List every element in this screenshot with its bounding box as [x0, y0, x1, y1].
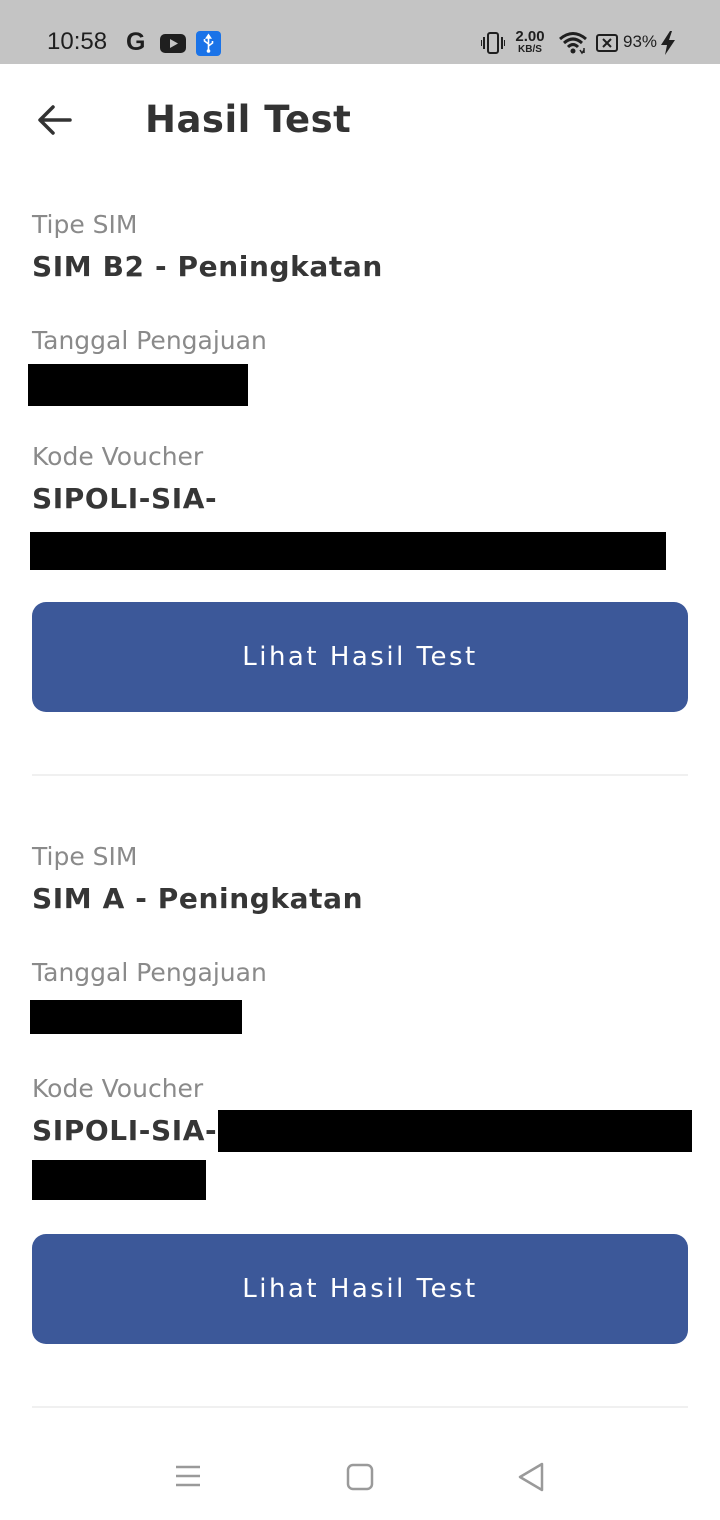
kode-voucher-label: Kode Voucher — [32, 1074, 204, 1103]
youtube-icon — [160, 34, 186, 53]
kode-voucher-label: Kode Voucher — [32, 442, 204, 471]
lihat-hasil-test-button[interactable]: Lihat Hasil Test — [32, 602, 688, 712]
tanggal-pengajuan-label: Tanggal Pengajuan — [32, 958, 267, 987]
redacted-voucher — [30, 532, 666, 570]
back-triangle-icon[interactable] — [516, 1461, 546, 1493]
home-square-icon[interactable] — [346, 1463, 374, 1491]
net-speed: 2.00 KB/S — [512, 29, 548, 55]
divider — [32, 1406, 688, 1408]
divider — [32, 774, 688, 776]
vibrate-icon — [481, 32, 505, 54]
net-speed-value: 2.00 — [515, 28, 545, 45]
system-nav-bar — [0, 1430, 720, 1520]
net-speed-unit: KB/S — [518, 44, 542, 55]
redacted-date — [28, 364, 248, 406]
menu-icon[interactable] — [175, 1464, 201, 1488]
redacted-date — [30, 1000, 242, 1034]
redacted-voucher-line2 — [32, 1160, 206, 1200]
tipe-sim-value: SIM A - Peningkatan — [32, 882, 364, 915]
kode-voucher-value: SIPOLI-SIA- — [32, 1114, 218, 1147]
battery-percent: 93% — [623, 32, 658, 51]
sim-x-icon — [596, 34, 618, 52]
page-title: Hasil Test — [145, 98, 352, 141]
tipe-sim-label: Tipe SIM — [32, 842, 138, 871]
google-icon: G — [126, 28, 146, 56]
tanggal-pengajuan-label: Tanggal Pengajuan — [32, 326, 267, 355]
redacted-voucher — [218, 1110, 692, 1152]
status-bar: 10:58 G 2.00 KB/S 93% — [0, 0, 720, 64]
kode-voucher-value: SIPOLI-SIA- — [32, 482, 218, 515]
app-bar: Hasil Test — [0, 64, 720, 178]
result-card: Tipe SIM SIM A - Peningkatan Tanggal Pen… — [0, 810, 720, 1410]
tipe-sim-value: SIM B2 - Peningkatan — [32, 250, 383, 283]
usb-icon — [196, 31, 221, 56]
lihat-hasil-test-button[interactable]: Lihat Hasil Test — [32, 1234, 688, 1344]
tipe-sim-label: Tipe SIM — [32, 210, 138, 239]
wifi-icon — [559, 32, 587, 55]
result-card: Tipe SIM SIM B2 - Peningkatan Tanggal Pe… — [0, 178, 720, 778]
status-time: 10:58 — [47, 28, 108, 55]
arrow-left-icon[interactable] — [32, 100, 80, 140]
charging-icon — [661, 31, 675, 55]
